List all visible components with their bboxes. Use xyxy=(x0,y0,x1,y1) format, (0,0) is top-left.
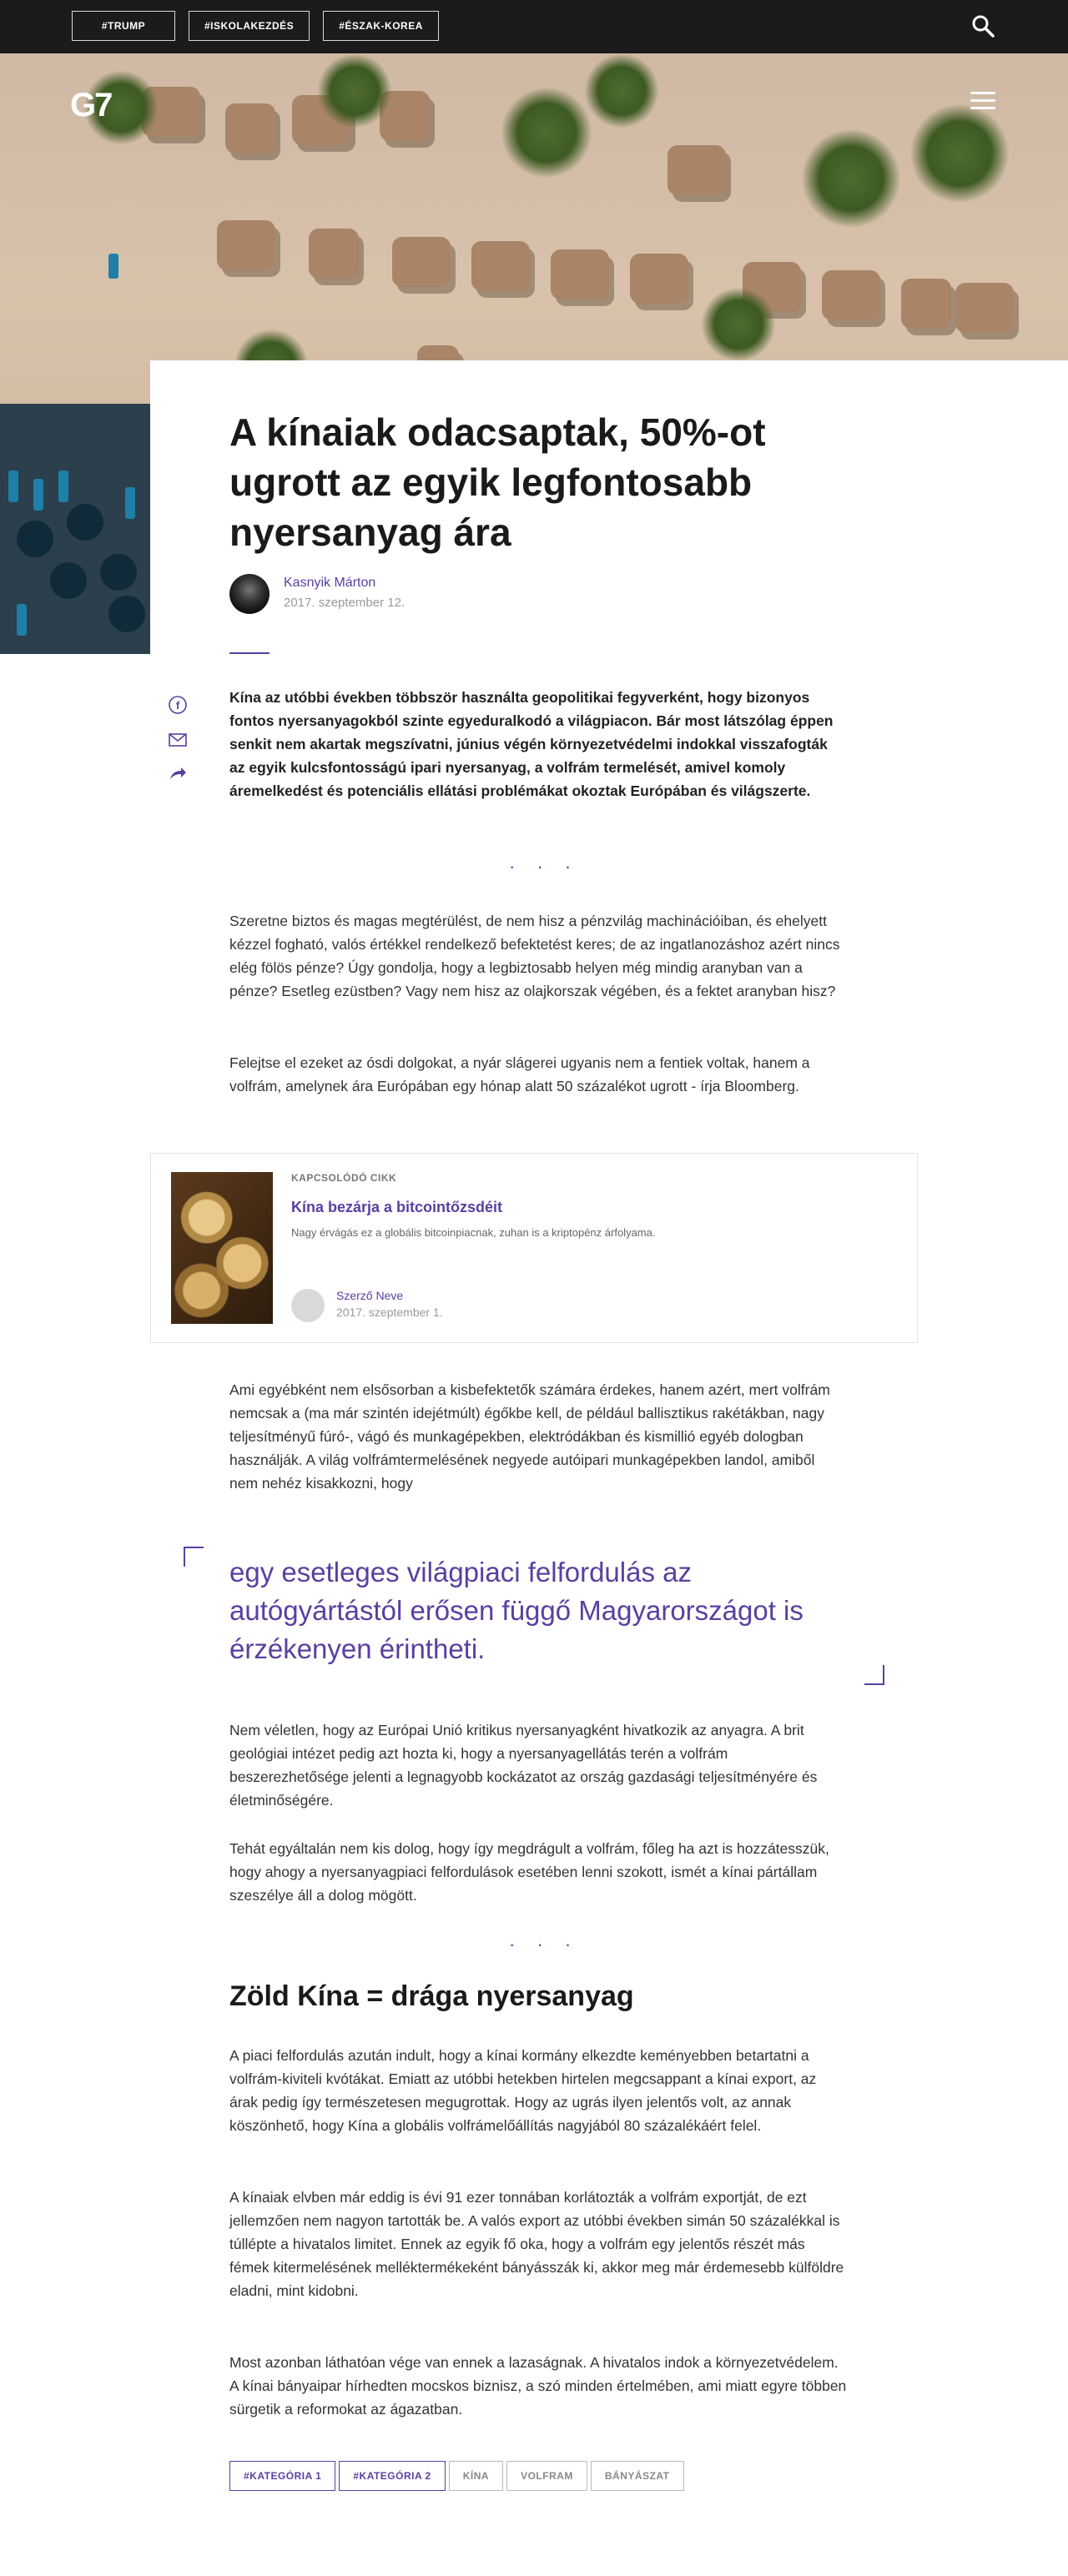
beach-chair xyxy=(33,479,43,511)
article-paragraph: Tehát egyáltalán nem kis dolog, hogy így… xyxy=(229,1840,829,1904)
title-divider xyxy=(229,652,270,654)
palm-tree xyxy=(317,53,392,128)
tag-volfram[interactable]: VOLFRAM xyxy=(506,2461,587,2491)
beach-chair xyxy=(125,487,135,519)
related-article-kicker: KAPCSOLÓDÓ CIKK xyxy=(291,1172,397,1184)
beach-umbrella xyxy=(17,521,53,557)
beach-hut xyxy=(630,254,688,304)
palm-tree xyxy=(501,87,592,179)
related-article-image[interactable] xyxy=(171,1172,273,1324)
palm-tree xyxy=(909,103,1010,204)
beach-chair xyxy=(108,254,118,279)
beach-hut xyxy=(955,283,1014,333)
beach-hut xyxy=(668,145,726,195)
article-paragraph: Szeretne biztos és magas megtérülést, de… xyxy=(229,913,840,999)
trending-tag-trump[interactable]: #TRUMP xyxy=(72,11,175,41)
tag-kategoria-2[interactable]: #KATEGÓRIA 2 xyxy=(339,2461,446,2491)
related-article-description: Nagy érvágás ez a globális bitcoinpiacna… xyxy=(291,1226,656,1239)
beach-chair xyxy=(8,470,18,502)
search-icon[interactable] xyxy=(970,13,995,38)
beach-hut xyxy=(822,270,880,320)
related-author-avatar xyxy=(291,1289,325,1322)
beach-chair xyxy=(58,470,68,502)
quote-corner-bottom-right xyxy=(864,1665,884,1685)
article-tags: #KATEGÓRIA 1 #KATEGÓRIA 2 KÍNA VOLFRAM B… xyxy=(229,2461,684,2491)
hamburger-menu-icon[interactable] xyxy=(970,92,995,112)
pull-quote: egy esetleges világpiaci felfordulás az … xyxy=(229,1557,804,1664)
top-navigation-bar: #TRUMP #ISKOLAKEZDÉS #ÉSZAK-KOREA xyxy=(0,0,1068,53)
section-separator: · · · xyxy=(509,1934,580,1955)
palm-tree xyxy=(584,53,659,128)
article-paragraph: Felejtse el ezeket az ósdi dolgokat, a n… xyxy=(229,1054,810,1094)
article-lead: Kína az utóbbi években többször használt… xyxy=(229,689,834,799)
related-author-name[interactable]: Szerző Neve xyxy=(336,1289,403,1302)
trending-tag-iskolakezdes[interactable]: #ISKOLAKEZDÉS xyxy=(189,11,310,41)
beach-hut xyxy=(225,103,275,153)
facebook-share-icon[interactable]: f xyxy=(167,694,189,716)
related-article-title[interactable]: Kína bezárja a bitcointőzsdéit xyxy=(291,1199,502,1216)
beach-umbrella xyxy=(50,562,87,599)
trending-tags: #TRUMP #ISKOLAKEZDÉS #ÉSZAK-KOREA xyxy=(72,11,439,41)
beach-chair xyxy=(17,604,27,636)
article-paragraph: Most azonban láthatóan vége van ennek a … xyxy=(229,2354,847,2418)
site-logo[interactable]: G7 xyxy=(70,87,113,124)
beach-hut xyxy=(217,220,275,270)
beach-hut xyxy=(471,241,530,291)
beach-hut xyxy=(551,249,609,299)
article-paragraph: Nem véletlen, hogy az Európai Unió kriti… xyxy=(229,1722,818,1809)
article-paragraph: Ami egyébként nem elsősorban a kisbefekt… xyxy=(229,1381,830,1492)
trending-tag-eszak-korea[interactable]: #ÉSZAK-KOREA xyxy=(323,11,439,41)
article-title: A kínaiak odacsaptak, 50%-ot ugrott az e… xyxy=(229,410,766,554)
publish-date: 2017. szeptember 12. xyxy=(284,596,406,610)
email-share-icon[interactable] xyxy=(167,729,189,751)
quote-corner-top-left xyxy=(184,1547,204,1567)
beach-hut xyxy=(309,229,359,279)
tag-kategoria-1[interactable]: #KATEGÓRIA 1 xyxy=(229,2461,336,2491)
related-article-date: 2017. szeptember 1. xyxy=(336,1306,443,1319)
beach-umbrella xyxy=(67,504,103,541)
svg-text:f: f xyxy=(176,699,180,712)
author-avatar[interactable] xyxy=(229,574,270,614)
article-paragraph: A piaci felfordulás azután indult, hogy … xyxy=(229,2047,817,2134)
beach-umbrella xyxy=(100,554,137,591)
palm-tree xyxy=(801,128,901,229)
section-heading: Zöld Kína = drága nyersanyag xyxy=(229,1980,634,2012)
tag-banyaszat[interactable]: BÁNYÁSZAT xyxy=(590,2461,684,2491)
tag-kina[interactable]: KÍNA xyxy=(448,2461,504,2491)
beach-umbrella xyxy=(108,596,145,632)
article-paragraph: A kínaiak elvben már eddig is évi 91 eze… xyxy=(229,2189,844,2299)
related-article-card[interactable]: KAPCSOLÓDÓ CIKK Kína bezárja a bitcointő… xyxy=(150,1153,918,1343)
author-name[interactable]: Kasnyik Márton xyxy=(284,576,375,591)
beach-hut xyxy=(392,237,451,287)
beach-hut xyxy=(901,279,951,329)
palm-tree xyxy=(701,287,776,362)
forward-share-icon[interactable] xyxy=(167,762,189,784)
section-separator: · · · xyxy=(509,856,580,877)
